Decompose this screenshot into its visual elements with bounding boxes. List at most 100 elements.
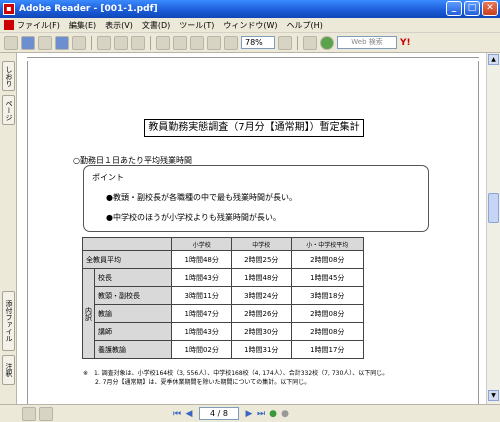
table-header-cell: 中学校: [230, 237, 292, 251]
document-menu-icon[interactable]: [4, 20, 14, 30]
footnote: 2. 7月分【通常期】は、夏季休業期間を除いた期間についての集計。以下同じ。: [83, 379, 311, 386]
find-icon[interactable]: [72, 35, 86, 50]
scroll-up-icon[interactable]: ▲: [488, 54, 499, 65]
toolbar-separator: [91, 35, 92, 50]
tab-pages[interactable]: ページ: [2, 95, 15, 125]
save-icon[interactable]: [21, 35, 35, 50]
menu-document[interactable]: 文書(D): [142, 20, 170, 31]
row-label: 講師: [93, 322, 173, 341]
open-icon[interactable]: [4, 35, 18, 50]
snapshot-icon[interactable]: [131, 35, 145, 50]
menu-bar: ファイル(F) 編集(E) 表示(V) 文書(D) ツール(T) ウィンドウ(W…: [0, 18, 500, 33]
rotate-icon[interactable]: [303, 35, 317, 50]
vertical-scrollbar[interactable]: ▲ ▼: [486, 53, 500, 404]
menu-window[interactable]: ウィンドウ(W): [223, 20, 277, 31]
next-page-icon[interactable]: ▶: [243, 408, 255, 420]
table-cell: 1時間31分: [230, 340, 292, 359]
table-cell: 1時間48分: [230, 268, 292, 287]
menu-file[interactable]: ファイル(F): [17, 20, 60, 31]
close-button[interactable]: ✕: [482, 1, 498, 16]
fit-width-icon[interactable]: [207, 35, 221, 50]
zoom-input[interactable]: 78%: [241, 36, 275, 49]
web-search-input[interactable]: Web 検索: [337, 36, 397, 49]
row-label: 教諭: [93, 304, 173, 323]
table-header-cell: [81, 237, 173, 251]
table-row: 全教員平均 1時間48分 2時間25分 2時間08分: [81, 250, 365, 269]
navigation-pane: しおり ページ 添付ファイル 注釈: [0, 53, 17, 404]
help-icon[interactable]: [320, 35, 334, 50]
yahoo-icon[interactable]: Y!: [400, 38, 411, 48]
menu-edit[interactable]: 編集(E): [69, 20, 96, 31]
row-label: 校長: [93, 268, 173, 287]
table-cell: 1時間47分: [171, 304, 232, 323]
footnote: ※ 1. 調査対象は、小学校164校（3, 556人）、中学校168校（4, 1…: [83, 370, 389, 377]
table-header-cell: 小学校: [171, 237, 232, 251]
table-cell: 1時間43分: [171, 322, 232, 341]
window-title: Adobe Reader - [001-1.pdf]: [19, 4, 158, 14]
table-cell: 1時間48分: [171, 250, 232, 269]
row-label: 養護教諭: [93, 340, 173, 359]
minimize-button[interactable]: _: [446, 1, 462, 16]
table-row: 講師 1時間43分 2時間30分 2時間08分: [83, 322, 365, 341]
table-row: 内訳 校長 1時間43分 1時間48分 1時間45分: [82, 268, 365, 359]
layout-icon[interactable]: [39, 406, 53, 421]
last-page-icon[interactable]: ⏭: [255, 408, 267, 420]
row-label: 教頭・副校長: [93, 286, 173, 305]
table-cell: 3時間11分: [171, 286, 232, 305]
select-tool-icon[interactable]: [114, 35, 128, 50]
adobe-reader-icon: ▪: [3, 3, 15, 15]
go-back-icon[interactable]: ●: [267, 408, 279, 420]
actual-size-icon[interactable]: [173, 35, 187, 50]
maximize-button[interactable]: □: [464, 1, 480, 16]
zoom-out-icon[interactable]: [224, 35, 238, 50]
point-bullet: ●教頭・副校長が各職種の中で最も残業時間が長い。: [106, 193, 297, 202]
table-cell: 1時間45分: [290, 268, 365, 287]
scroll-down-icon[interactable]: ▼: [488, 390, 499, 401]
table-cell: 2時間08分: [290, 250, 365, 269]
page-thumbnail-icon[interactable]: [22, 406, 36, 421]
table-row: 養護教諭 1時間02分 1時間31分 1時間17分: [83, 340, 365, 359]
table-cell: 1時間43分: [171, 268, 232, 287]
email-icon[interactable]: [55, 35, 69, 50]
document-title: 教員勤務実態調査（7月分【通常期】）暫定集計: [144, 119, 364, 137]
toolbar-separator: [150, 35, 151, 50]
group-label: 内訳: [82, 268, 95, 359]
table-cell: 3時間24分: [230, 286, 292, 305]
table-cell: 3時間18分: [290, 286, 365, 305]
pdf-page: 教員勤務実態調査（7月分【通常期】）暫定集計 ○勤務日１日あたり平均残業時間 ポ…: [27, 61, 479, 404]
point-bullet: ●中学校のほうが小学校よりも残業時間が長い。: [106, 213, 281, 222]
hand-tool-icon[interactable]: [97, 35, 111, 50]
go-forward-icon[interactable]: ●: [279, 408, 291, 420]
menu-view[interactable]: 表示(V): [105, 20, 133, 31]
scroll-thumb[interactable]: [488, 193, 499, 223]
first-page-icon[interactable]: ⏮: [171, 408, 183, 420]
point-box: ポイント ●教頭・副校長が各職種の中で最も残業時間が長い。 ●中学校のほうが小学…: [83, 165, 429, 232]
table-cell: 1時間02分: [171, 340, 232, 359]
table-row: 教諭 1時間47分 2時間26分 2時間08分: [83, 304, 365, 323]
table-cell: 2時間30分: [230, 322, 292, 341]
previous-page-icon[interactable]: ◀: [183, 408, 195, 420]
table-row: 教頭・副校長 3時間11分 3時間24分 3時間18分: [83, 286, 365, 305]
toolbar-separator: [297, 35, 298, 50]
tab-attachments[interactable]: 添付ファイル: [2, 291, 15, 351]
fit-page-icon[interactable]: [190, 35, 204, 50]
row-label: 全教員平均: [81, 250, 173, 269]
status-bar: ⏮ ◀ 4 / 8 ▶ ⏭ ● ●: [0, 404, 500, 422]
menu-tools[interactable]: ツール(T): [179, 20, 214, 31]
toolbar: 78% Web 検索 Y!: [0, 33, 500, 53]
document-area[interactable]: 教員勤務実態調査（7月分【通常期】）暫定集計 ○勤務日１日あたり平均残業時間 ポ…: [17, 53, 486, 404]
table-cell: 2時間08分: [290, 322, 365, 341]
point-label: ポイント: [92, 173, 124, 182]
tab-bookmarks[interactable]: しおり: [2, 61, 15, 91]
overtime-table: 小学校 中学校 小・中学校平均 全教員平均 1時間48分 2時間25分 2時間0…: [81, 237, 365, 359]
table-header-row: 小学校 中学校 小・中学校平均: [81, 237, 365, 251]
tab-comments[interactable]: 注釈: [2, 355, 15, 385]
table-cell: 2時間26分: [230, 304, 292, 323]
zoom-in-icon[interactable]: [278, 35, 292, 50]
menu-help[interactable]: ヘルプ(H): [287, 20, 323, 31]
zoom-tool-icon[interactable]: [156, 35, 170, 50]
print-icon[interactable]: [38, 35, 52, 50]
title-bar: ▪ Adobe Reader - [001-1.pdf] _ □ ✕: [0, 0, 500, 18]
page-number-input[interactable]: 4 / 8: [199, 407, 239, 420]
table-cell: 1時間17分: [290, 340, 365, 359]
